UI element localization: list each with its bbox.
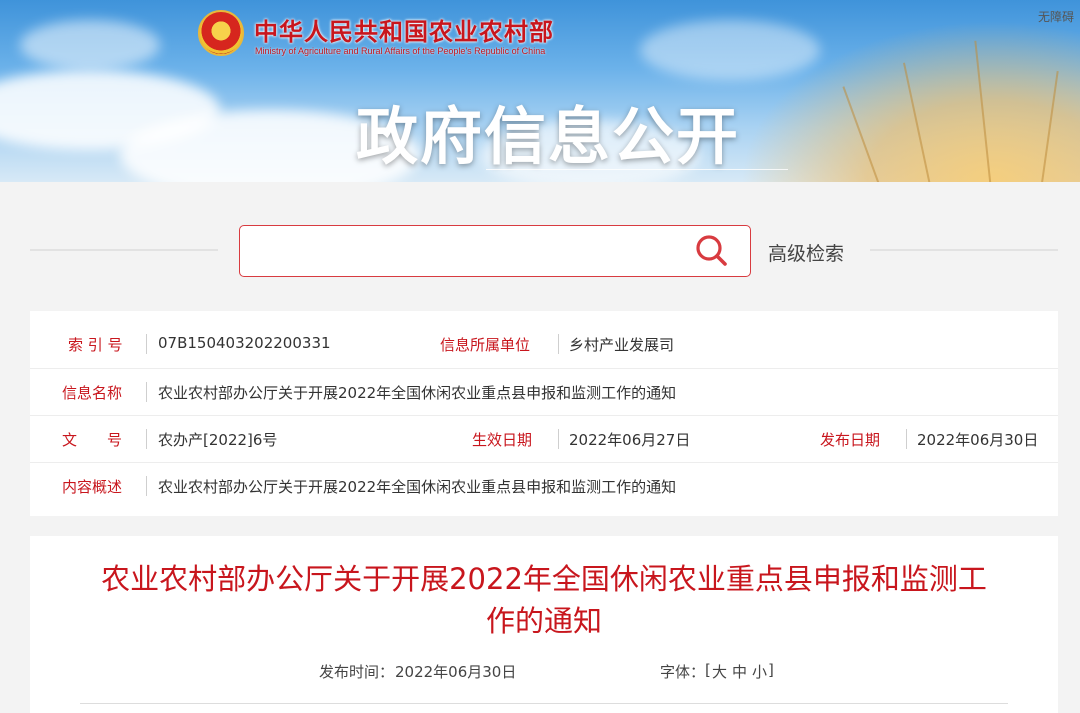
meta-row-summary: 内容概述 农业农村部办公厅关于开展2022年全国休闲农业重点县申报和监测工作的通… <box>30 462 1058 508</box>
effective-label: 生效日期 <box>472 431 533 449</box>
divider <box>146 429 147 449</box>
font-size-large-button[interactable]: 大 <box>712 661 727 682</box>
accessibility-link[interactable]: 无障碍 <box>1038 8 1074 25</box>
font-bracket-open: [ <box>705 661 711 679</box>
search-icon[interactable] <box>694 233 730 269</box>
divider <box>558 334 559 354</box>
name-label: 信息名称 <box>62 384 123 402</box>
advanced-search-link[interactable]: 高级检索 <box>768 239 844 266</box>
summary-value: 农业农村部办公厅关于开展2022年全国休闲农业重点县申报和监测工作的通知 <box>158 478 677 496</box>
divider <box>558 429 559 449</box>
document-metadata-table: 索 引 号 07B150403202200331 信息所属单位 乡村产业发展司 … <box>30 311 1058 516</box>
publish-label: 发布日期 <box>820 431 881 449</box>
docno-value: 农办产[2022]6号 <box>158 431 278 449</box>
article-container: 农业农村部办公厅关于开展2022年全国休闲农业重点县申报和监测工作的通知 发布时… <box>30 536 1058 713</box>
effective-value: 2022年06月27日 <box>569 431 691 449</box>
divider <box>146 476 147 496</box>
unit-label: 信息所属单位 <box>440 336 531 354</box>
index-value: 07B150403202200331 <box>158 334 331 352</box>
divider <box>906 429 907 449</box>
publish-value: 2022年06月30日 <box>917 431 1039 449</box>
meta-row-docno: 文 号 农办产[2022]6号 生效日期 2022年06月27日 发布日期 20… <box>30 415 1058 461</box>
title-underline <box>486 169 788 170</box>
ministry-name-en[interactable]: Ministry of Agriculture and Rural Affair… <box>255 46 545 56</box>
font-bracket-close: ] <box>768 661 774 679</box>
font-size-small-button[interactable]: 小 <box>752 661 767 682</box>
font-size-medium-button[interactable]: 中 <box>732 661 747 682</box>
search-divider-left <box>30 249 218 251</box>
search-input[interactable] <box>239 225 751 277</box>
wheat-field-decoration <box>740 20 1080 182</box>
national-emblem-logo[interactable] <box>198 10 244 56</box>
index-label: 索 引 号 <box>68 336 123 354</box>
name-value: 农业农村部办公厅关于开展2022年全国休闲农业重点县申报和监测工作的通知 <box>158 384 677 402</box>
cloud-decoration <box>20 20 160 70</box>
header-banner: 中华人民共和国农业农村部 Ministry of Agriculture and… <box>0 0 1080 182</box>
article-title: 农业农村部办公厅关于开展2022年全国休闲农业重点县申报和监测工作的通知 <box>101 562 987 638</box>
publish-time-value: 2022年06月30日 <box>395 663 517 681</box>
unit-value: 乡村产业发展司 <box>569 336 675 354</box>
summary-label: 内容概述 <box>62 478 123 496</box>
meta-row-index: 索 引 号 07B150403202200331 信息所属单位 乡村产业发展司 <box>30 321 1058 367</box>
ministry-name-cn[interactable]: 中华人民共和国农业农村部 <box>254 12 554 47</box>
docno-label: 文 号 <box>62 431 123 449</box>
publish-time-label: 发布时间： <box>319 663 395 681</box>
font-size-label: 字体： <box>660 663 706 681</box>
divider <box>146 382 147 402</box>
search-divider-right <box>870 249 1058 251</box>
section-title: 政府信息公开 <box>356 100 741 173</box>
article-divider <box>80 703 1008 704</box>
meta-row-name: 信息名称 农业农村部办公厅关于开展2022年全国休闲农业重点县申报和监测工作的通… <box>30 368 1058 414</box>
divider <box>146 334 147 354</box>
